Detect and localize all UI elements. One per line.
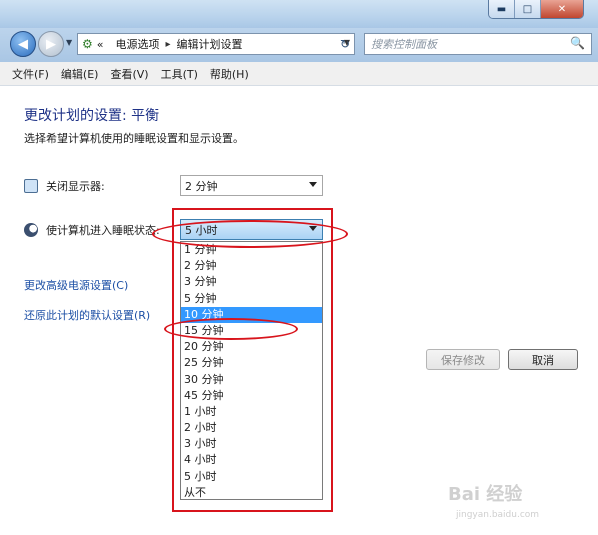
minimize-button[interactable]: ▬ — [489, 0, 515, 18]
advanced-power-settings-link[interactable]: 更改高级电源设置(C) — [24, 277, 128, 293]
sleep-label: 使计算机进入睡眠状态: — [46, 224, 160, 237]
chevron-down-icon — [309, 182, 317, 187]
forward-button[interactable]: ▶ — [38, 31, 64, 57]
forward-arrow-icon: ▶ — [46, 36, 56, 52]
caption-buttons: ▬ □ ✕ — [488, 0, 584, 19]
breadcrumb-separator[interactable]: ▸ — [166, 39, 171, 50]
breadcrumb-power-options[interactable]: 电源选项 — [116, 36, 160, 52]
menu-file[interactable]: 文件(F) — [12, 66, 49, 82]
restore-defaults-link[interactable]: 还原此计划的默认设置(R) — [24, 307, 150, 323]
back-button[interactable]: ◀ — [10, 31, 36, 57]
search-icon[interactable]: 🔍 — [570, 36, 585, 50]
save-changes-button[interactable]: 保存修改 — [426, 349, 500, 370]
display-off-label: 关闭显示器: — [46, 180, 105, 193]
menu-view[interactable]: 查看(V) — [110, 66, 148, 82]
menu-help[interactable]: 帮助(H) — [210, 66, 249, 82]
refresh-icon: ↻ — [339, 37, 351, 51]
sleep-moon-icon — [24, 223, 38, 237]
sleep-setting-row: 使计算机进入睡眠状态: — [24, 222, 160, 238]
control-panel-icon: ⚙ — [82, 37, 93, 51]
page-subtitle: 选择希望计算机使用的睡眠设置和显示设置。 — [24, 132, 244, 145]
cancel-button[interactable]: 取消 — [508, 349, 578, 370]
display-setting-row: 关闭显示器: — [24, 178, 105, 194]
watermark-url: jingyan.baidu.com — [456, 510, 540, 520]
refresh-button[interactable]: ↻ — [332, 33, 358, 55]
annotation-ellipse-current — [152, 220, 348, 248]
breadcrumb-edit-plan[interactable]: 编辑计划设置 — [177, 36, 243, 52]
back-arrow-icon: ◀ — [18, 36, 28, 52]
display-off-value: 2 分钟 — [185, 179, 218, 193]
annotation-rectangle — [172, 208, 333, 512]
navigation-bar: ◀ ▶ ▼ ⚙ « 电源选项 ▸ 编辑计划设置 ▼ ↻ 搜索控制面板 🔍 — [0, 28, 598, 62]
breadcrumb-prefix[interactable]: « — [97, 38, 104, 51]
address-bar[interactable]: ⚙ « 电源选项 ▸ 编辑计划设置 ▼ — [77, 33, 355, 55]
title-bar: ▬ □ ✕ — [0, 0, 598, 28]
watermark-logo: Bai 经验 — [448, 484, 523, 505]
page-title: 更改计划的设置: 平衡 — [24, 108, 160, 124]
recent-pages-dropdown[interactable]: ▼ — [66, 38, 72, 47]
maximize-button[interactable]: □ — [515, 0, 541, 18]
menu-edit[interactable]: 编辑(E) — [61, 66, 99, 82]
menu-tools[interactable]: 工具(T) — [161, 66, 198, 82]
display-off-select[interactable]: 2 分钟 — [180, 175, 323, 196]
annotation-ellipse-selected — [164, 318, 298, 340]
monitor-icon — [24, 179, 38, 193]
search-input[interactable]: 搜索控制面板 — [371, 36, 437, 52]
menu-bar: 文件(F) 编辑(E) 查看(V) 工具(T) 帮助(H) — [0, 62, 598, 86]
close-button[interactable]: ✕ — [541, 0, 583, 18]
search-box[interactable]: 搜索控制面板 🔍 — [364, 33, 592, 55]
